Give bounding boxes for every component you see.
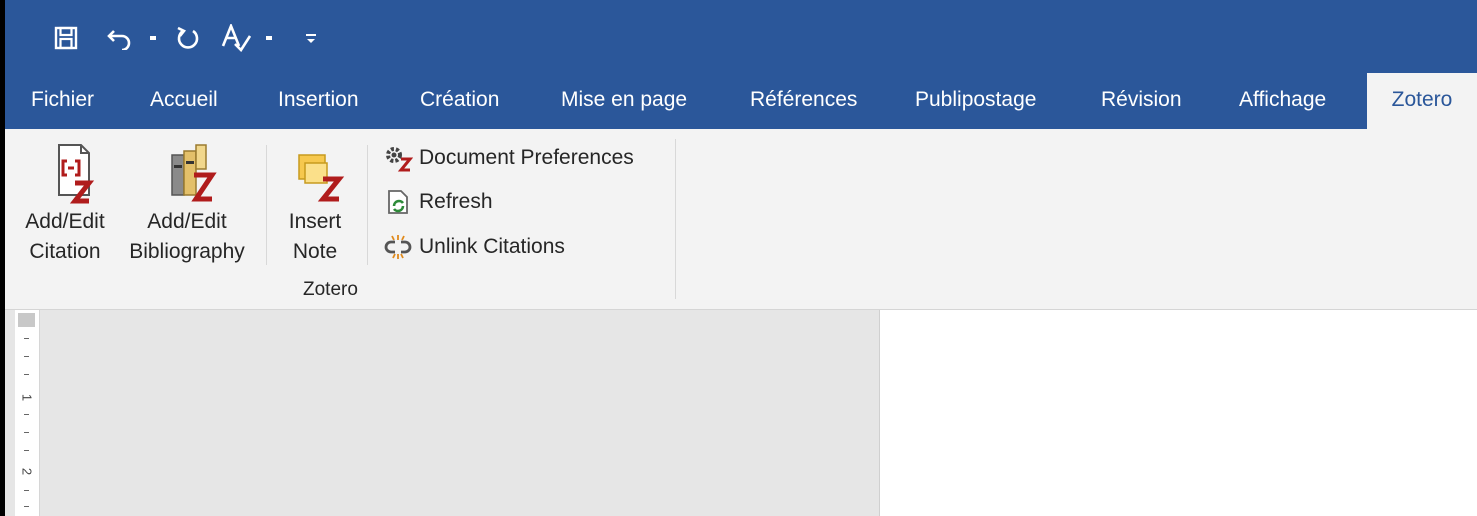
ribbon-group-label: Zotero [303, 279, 358, 300]
ruler-margin-marker [18, 313, 35, 327]
citation-icon [58, 144, 95, 204]
ribbon-separator [266, 145, 267, 265]
tab-mise-en-page[interactable]: Mise en page [561, 73, 687, 129]
tab-accueil[interactable]: Accueil [150, 73, 218, 129]
repeat-icon[interactable] [171, 20, 205, 56]
ruler-tick [24, 374, 29, 375]
unlink-icon [384, 235, 412, 259]
ribbon-zotero-panel: Add/Edit Citation Add/Edit Bibliography [5, 129, 1477, 310]
undo-dropdown-icon[interactable] [145, 20, 161, 56]
refresh-label: Refresh [419, 190, 493, 213]
undo-icon[interactable] [103, 20, 137, 56]
add-edit-citation-button[interactable]: Add/Edit Citation [15, 137, 115, 267]
tab-references[interactable]: Références [750, 73, 857, 129]
refresh-icon [388, 190, 408, 214]
document-preferences-label: Document Preferences [419, 146, 634, 169]
tab-fichier[interactable]: Fichier [31, 73, 94, 129]
insert-note-button[interactable]: Insert Note [275, 137, 355, 267]
ruler-tick [24, 450, 29, 451]
add-edit-bibliography-line1: Add/Edit [147, 210, 227, 233]
save-icon[interactable] [49, 20, 83, 56]
tab-revision[interactable]: Révision [1101, 73, 1182, 129]
unlink-citations-label: Unlink Citations [419, 235, 565, 258]
document-page[interactable] [879, 310, 1477, 516]
ruler-tick [24, 432, 29, 433]
tab-affichage[interactable]: Affichage [1239, 73, 1326, 129]
ruler-tick [24, 356, 29, 357]
ribbon-tabs: Fichier Accueil Insertion Création Mise … [5, 73, 1477, 129]
tab-insertion[interactable]: Insertion [278, 73, 359, 129]
spelling-icon[interactable] [219, 20, 253, 56]
ribbon-group-separator [675, 139, 676, 299]
bibliography-icon [171, 144, 217, 202]
word-window: Fichier Accueil Insertion Création Mise … [5, 0, 1477, 516]
ruler-tick [24, 414, 29, 415]
unlink-citations-button[interactable]: Unlink Citations [383, 229, 565, 265]
tab-publipostage[interactable]: Publipostage [915, 73, 1036, 129]
note-icon [298, 154, 345, 202]
spelling-dropdown-icon[interactable] [261, 20, 277, 56]
ruler-number: 1 [19, 393, 35, 402]
add-edit-citation-line1: Add/Edit [25, 210, 105, 233]
title-bar [5, 0, 1477, 73]
insert-note-line2: Note [292, 240, 338, 263]
refresh-button[interactable]: Refresh [383, 184, 493, 220]
vertical-ruler[interactable]: 1 2 [15, 310, 40, 516]
ruler-tick [24, 506, 29, 507]
tab-zotero[interactable]: Zotero [1367, 73, 1477, 129]
ruler-tick [24, 338, 29, 339]
add-edit-citation-line2: Citation [29, 240, 101, 263]
add-edit-bibliography-line2: Bibliography [129, 240, 245, 263]
ruler-tick [24, 490, 29, 491]
ruler-number: 2 [19, 467, 35, 476]
customize-qat-icon[interactable] [301, 20, 321, 56]
ribbon-separator [367, 145, 368, 265]
tab-creation[interactable]: Création [420, 73, 499, 129]
add-edit-bibliography-button[interactable]: Add/Edit Bibliography [119, 137, 255, 267]
document-area: 1 2 [5, 310, 1477, 516]
document-preferences-button[interactable]: Document Preferences [383, 140, 634, 176]
gear-icon [386, 147, 413, 172]
insert-note-line1: Insert [288, 210, 342, 233]
